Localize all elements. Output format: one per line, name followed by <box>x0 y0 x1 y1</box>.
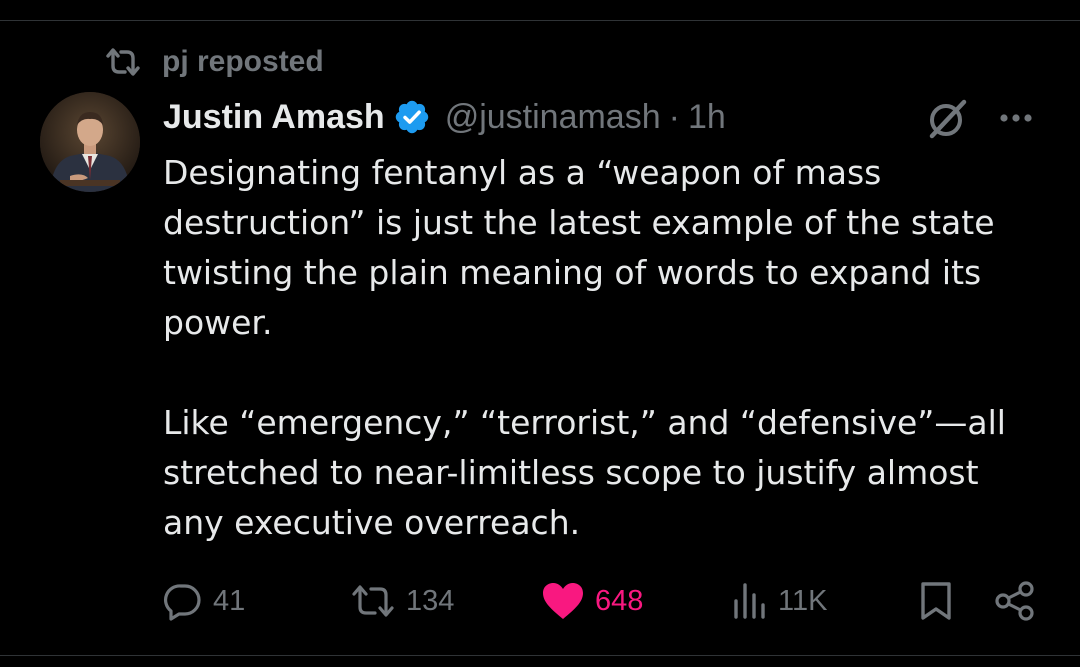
more-icon[interactable] <box>996 104 1036 132</box>
views-icon <box>734 583 765 619</box>
repost-context[interactable]: pj reposted <box>104 44 324 80</box>
repost-icon <box>106 48 140 76</box>
author-handle[interactable]: @justinamash <box>445 98 661 137</box>
heart-icon <box>543 583 583 619</box>
timestamp[interactable]: 1h <box>688 98 726 137</box>
repost-count: 134 <box>406 584 455 617</box>
tweet-paragraph: Designating fentanyl as a “weapon of mas… <box>163 153 995 342</box>
top-divider <box>0 20 1080 21</box>
repost-label: pj reposted <box>162 45 324 78</box>
action-bar: 41 134 648 11K <box>0 578 1080 624</box>
avatar-photo <box>40 92 140 192</box>
grok-icon[interactable] <box>924 96 970 142</box>
bottom-divider <box>0 655 1080 656</box>
tweet-header: Justin Amash @justinamash · 1h <box>163 94 726 140</box>
tweet-paragraph: Like “emergency,” “terrorist,” and “defe… <box>163 403 1006 542</box>
like-count: 648 <box>595 584 644 617</box>
repost-button[interactable]: 134 <box>350 578 454 624</box>
bookmark-button[interactable] <box>918 578 954 624</box>
view-count: 11K <box>778 584 828 617</box>
like-button[interactable]: 648 <box>541 578 643 624</box>
bookmark-icon <box>921 582 951 620</box>
reply-button[interactable]: 41 <box>163 578 245 624</box>
display-name[interactable]: Justin Amash <box>163 98 385 137</box>
share-icon <box>995 581 1034 621</box>
share-button[interactable] <box>994 578 1036 624</box>
separator-dot: · <box>668 97 680 136</box>
tweet-body: Designating fentanyl as a “weapon of mas… <box>163 148 1043 548</box>
verified-badge-icon[interactable] <box>393 98 431 136</box>
reply-count: 41 <box>213 584 246 617</box>
repost-icon <box>352 585 394 617</box>
views-button[interactable]: 11K <box>732 578 827 624</box>
reply-icon <box>163 584 201 621</box>
avatar[interactable] <box>40 92 140 192</box>
